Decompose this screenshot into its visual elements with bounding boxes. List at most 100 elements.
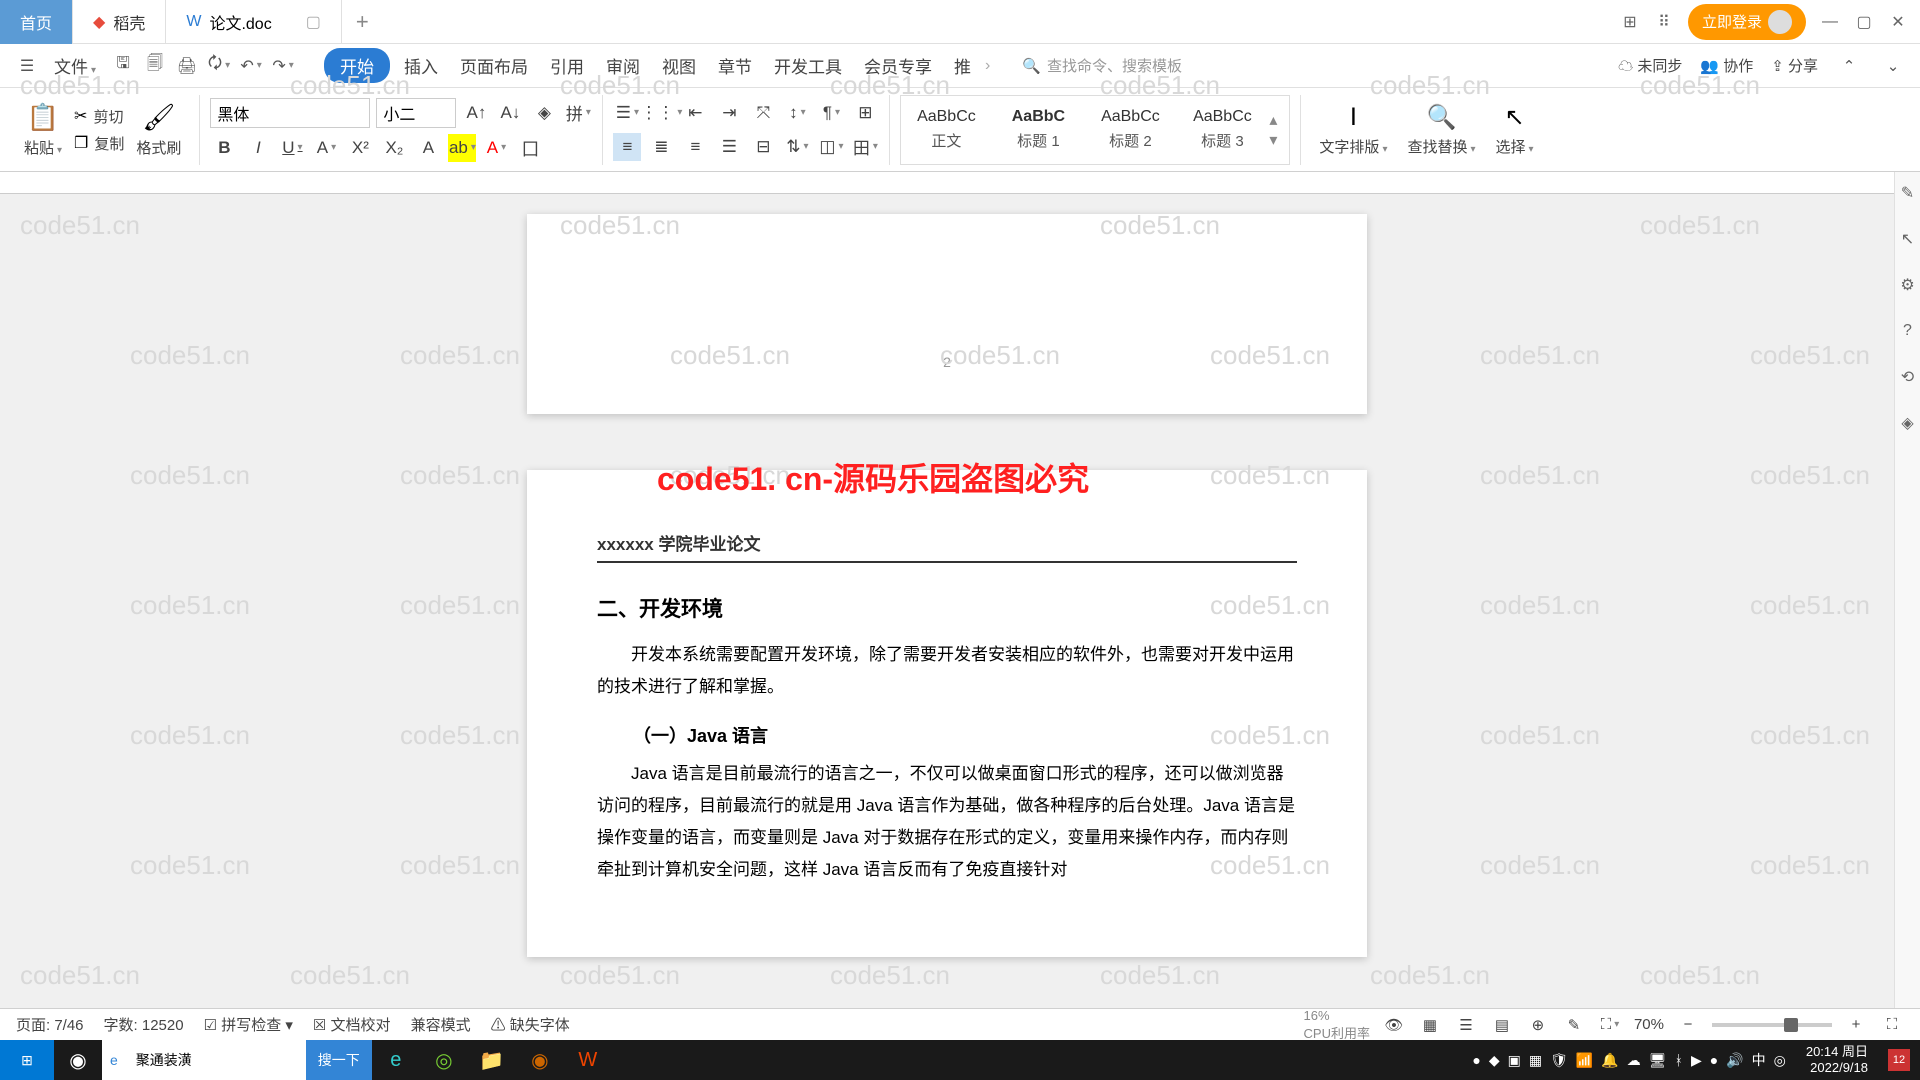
- collab-button[interactable]: 👥 协作: [1700, 55, 1753, 76]
- menu-section[interactable]: 章节: [710, 49, 760, 82]
- border-button[interactable]: ⊞: [851, 99, 879, 127]
- bold-button[interactable]: B: [210, 134, 238, 162]
- edit-icon[interactable]: ✎: [1562, 1013, 1586, 1037]
- quick-access-icon[interactable]: 🗘: [206, 53, 232, 79]
- wps-icon[interactable]: W: [564, 1040, 612, 1080]
- paste-button[interactable]: 粘贴: [24, 137, 62, 158]
- style-heading1[interactable]: AaBbC标题 1: [993, 96, 1083, 164]
- proofread[interactable]: ☒ 文档校对: [313, 1014, 391, 1035]
- subscript-button[interactable]: X₂: [380, 134, 408, 162]
- zoom-in-button[interactable]: +: [1844, 1013, 1868, 1037]
- sort-button[interactable]: ↕: [783, 99, 811, 127]
- tray-icon[interactable]: ▣: [1508, 1052, 1521, 1069]
- tab-add[interactable]: +: [342, 9, 383, 35]
- cut-button[interactable]: ✂剪切: [74, 106, 124, 127]
- align-left-button[interactable]: ≡: [613, 133, 641, 161]
- explorer-icon[interactable]: 📁: [468, 1040, 516, 1080]
- text-direction-button[interactable]: 文字排版: [1319, 136, 1387, 157]
- menu-view[interactable]: 视图: [654, 49, 704, 82]
- fullscreen-icon[interactable]: ⛶: [1880, 1013, 1904, 1037]
- copy-button[interactable]: ❐复制: [74, 133, 124, 154]
- grow-font-icon[interactable]: A↑: [462, 99, 490, 127]
- tab-menu-icon[interactable]: ▢: [306, 12, 321, 32]
- save-icon[interactable]: 🖫: [110, 53, 136, 79]
- more-icon[interactable]: ⌄: [1880, 53, 1906, 79]
- help-icon[interactable]: ?: [1897, 320, 1919, 342]
- format-painter-button[interactable]: 格式刷: [136, 137, 181, 158]
- taskbar-clock[interactable]: 20:14 周日2022/9/18: [1796, 1044, 1878, 1075]
- tray-icon[interactable]: ●: [1472, 1052, 1480, 1068]
- highlight-button[interactable]: ab: [448, 134, 476, 162]
- zoom-slider[interactable]: [1712, 1023, 1832, 1027]
- eye-icon[interactable]: 👁: [1382, 1013, 1406, 1037]
- menu-devtools[interactable]: 开发工具: [766, 49, 850, 82]
- edge-icon[interactable]: e: [372, 1040, 420, 1080]
- strike-button[interactable]: A: [312, 134, 340, 162]
- paste-icon[interactable]: 📋: [27, 102, 59, 133]
- view-read-icon[interactable]: ▤: [1490, 1013, 1514, 1037]
- align-right-button[interactable]: ≡: [681, 133, 709, 161]
- menu-pagelayout[interactable]: 页面布局: [452, 49, 536, 82]
- tray-icon[interactable]: ◎: [1774, 1052, 1786, 1069]
- font-family-select[interactable]: [210, 98, 370, 128]
- spell-check[interactable]: ☑ 拼写检查 ▾: [204, 1014, 293, 1035]
- minimize-button[interactable]: —: [1820, 12, 1840, 32]
- login-button[interactable]: 立即登录: [1688, 4, 1806, 40]
- style-down-icon[interactable]: ▾: [1269, 130, 1289, 150]
- maximize-button[interactable]: ▢: [1854, 12, 1874, 32]
- share-button[interactable]: ⇪ 分享: [1771, 55, 1818, 76]
- tray-icon[interactable]: ☁: [1627, 1052, 1641, 1069]
- ai-icon[interactable]: ◈: [1897, 412, 1919, 434]
- align-center-button[interactable]: ≣: [647, 133, 675, 161]
- tray-icon[interactable]: ▦: [1529, 1052, 1542, 1069]
- tray-icon[interactable]: 📶: [1576, 1052, 1593, 1069]
- outline-button[interactable]: ⤧: [749, 99, 777, 127]
- print-preview-icon[interactable]: 🗐: [142, 53, 168, 79]
- tray-ime[interactable]: 中: [1752, 1050, 1766, 1070]
- menu-member[interactable]: 会员专享: [856, 49, 940, 82]
- collapse-ribbon-icon[interactable]: ⌃: [1836, 53, 1862, 79]
- sync-status[interactable]: ☁ 未同步: [1618, 55, 1682, 76]
- layout-icon[interactable]: ⊞: [1620, 12, 1640, 32]
- style-heading2[interactable]: AaBbCc标题 2: [1085, 96, 1175, 164]
- tray-icon[interactable]: 🛡: [1550, 1052, 1568, 1069]
- tray-icon[interactable]: ●: [1710, 1052, 1718, 1068]
- notification-badge[interactable]: 12: [1888, 1049, 1910, 1071]
- taskbar-search[interactable]: e 搜一下: [102, 1040, 372, 1080]
- phonetic-icon[interactable]: 拼: [564, 99, 592, 127]
- italic-button[interactable]: I: [244, 134, 272, 162]
- increase-indent-button[interactable]: ⇥: [715, 99, 743, 127]
- tab-home[interactable]: 首页: [0, 0, 73, 44]
- apps-icon[interactable]: ⠿: [1654, 12, 1674, 32]
- zoom-out-button[interactable]: −: [1676, 1013, 1700, 1037]
- close-button[interactable]: ✕: [1888, 12, 1908, 32]
- page-indicator[interactable]: 页面: 7/46: [16, 1014, 84, 1035]
- missing-fonts[interactable]: ⚠ 缺失字体: [491, 1014, 570, 1035]
- start-button[interactable]: ⊞: [0, 1040, 54, 1080]
- menu-review[interactable]: 审阅: [598, 49, 648, 82]
- app-icon[interactable]: ◉: [516, 1040, 564, 1080]
- command-search[interactable]: 🔍 查找命令、搜索模板: [1010, 51, 1194, 80]
- font-size-select[interactable]: [376, 98, 456, 128]
- clear-format-icon[interactable]: ◈: [530, 99, 558, 127]
- shrink-font-icon[interactable]: A↓: [496, 99, 524, 127]
- compat-mode[interactable]: 兼容模式: [411, 1014, 471, 1035]
- ruler[interactable]: [0, 172, 1894, 194]
- superscript-button[interactable]: X²: [346, 134, 374, 162]
- font-color-button[interactable]: A: [482, 134, 510, 162]
- cursor-icon[interactable]: ↖: [1897, 228, 1919, 250]
- menu-start[interactable]: 开始: [324, 48, 390, 83]
- underline-button[interactable]: U: [278, 134, 306, 162]
- file-menu[interactable]: 文件: [46, 49, 104, 82]
- redo-icon[interactable]: ↷: [270, 53, 296, 79]
- bullets-button[interactable]: ☰: [613, 99, 641, 127]
- undo-icon[interactable]: ↶: [238, 53, 264, 79]
- translate-icon[interactable]: ⟲: [1897, 366, 1919, 388]
- menu-insert[interactable]: 插入: [396, 49, 446, 82]
- pen-icon[interactable]: ✎: [1897, 182, 1919, 204]
- search-input[interactable]: [126, 1040, 306, 1080]
- decrease-indent-button[interactable]: ⇤: [681, 99, 709, 127]
- distribute-button[interactable]: ⊟: [749, 133, 777, 161]
- tab-document[interactable]: W论文.doc▢: [166, 0, 341, 44]
- tray-icon[interactable]: 🔊: [1726, 1052, 1743, 1069]
